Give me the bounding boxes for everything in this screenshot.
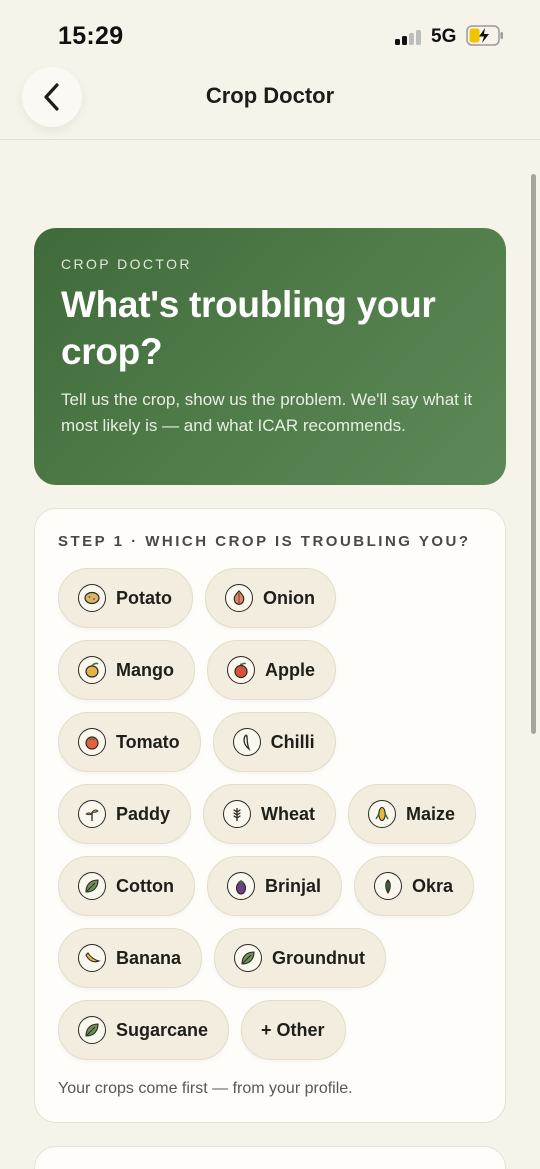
hero-title: What's troubling your crop? <box>61 284 436 372</box>
okra-icon <box>374 872 402 900</box>
paddy-icon <box>78 800 106 828</box>
chip-label: Mango <box>116 659 174 680</box>
crop-selection-card: STEP 1 · WHICH CROP IS TROUBLING YOU? Po… <box>34 508 506 1123</box>
footnote: Your crops come first — from your profil… <box>58 1080 353 1097</box>
chip-label: + Other <box>261 1019 325 1040</box>
banana-icon <box>78 944 106 972</box>
wheat-icon <box>223 800 252 828</box>
apple-icon <box>227 656 255 684</box>
crop-chip-sugarcane[interactable]: Sugarcane <box>58 1000 230 1060</box>
leaf-icon <box>78 872 106 900</box>
crop-chip-cotton[interactable]: Cotton <box>58 856 195 916</box>
chip-label: Chilli <box>270 731 315 752</box>
step-title: STEP 1 · WHICH CROP IS TROUBLING YOU? <box>58 533 471 550</box>
scrollbar[interactable] <box>531 174 536 734</box>
mango-icon <box>78 656 106 684</box>
status-bar: 15:29 5G <box>0 0 540 64</box>
chip-label: Tomato <box>116 731 180 752</box>
chip-label: Potato <box>116 587 172 608</box>
chip-label: Paddy <box>116 803 171 824</box>
tomato-icon <box>78 728 106 756</box>
chip-label: Sugarcane <box>116 1019 209 1040</box>
chip-label: Onion <box>263 587 315 608</box>
chilli-icon <box>232 728 261 756</box>
chip-label: Apple <box>265 659 316 680</box>
brinjal-icon <box>226 872 255 900</box>
chip-label: Okra <box>412 875 454 896</box>
page-title: Crop Doctor <box>205 83 335 108</box>
hero-eyebrow: CROP DOCTOR <box>61 256 192 272</box>
crop-chip-wheat[interactable]: Wheat <box>203 784 337 844</box>
onion-icon <box>225 584 253 612</box>
chip-label: Cotton <box>116 875 174 896</box>
crop-chip-list: Potato Onion Mango Apple Tomato Chilli P… <box>58 568 488 1072</box>
network-label: 5G <box>431 26 457 47</box>
chip-label: Brinjal <box>264 875 321 896</box>
chip-label: Wheat <box>261 803 316 824</box>
app-header: Crop Doctor <box>0 64 540 140</box>
next-step-card <box>34 1146 506 1169</box>
crop-chip-okra[interactable]: Okra <box>354 856 475 916</box>
signal-icon <box>395 29 423 45</box>
crop-chip-chilli[interactable]: Chilli <box>212 712 336 772</box>
leaf-icon <box>234 944 263 972</box>
crop-chip-groundnut[interactable]: Groundnut <box>214 928 387 988</box>
crop-chip-onion[interactable]: Onion <box>205 568 336 628</box>
hero-card: CROP DOCTOR What's troubling your crop? … <box>34 228 506 485</box>
maize-icon <box>368 800 397 828</box>
crop-chip-banana[interactable]: Banana <box>58 928 203 988</box>
leaf-icon <box>78 1016 106 1044</box>
crop-chip-paddy[interactable]: Paddy <box>58 784 192 844</box>
chip-label: Maize <box>406 803 456 824</box>
potato-icon <box>78 584 106 612</box>
chip-label: Groundnut <box>272 947 366 968</box>
battery-icon <box>466 25 503 46</box>
crop-chip-maize[interactable]: Maize <box>348 784 477 844</box>
crop-chip-mango[interactable]: Mango <box>58 640 195 700</box>
crop-chip-apple[interactable]: Apple <box>207 640 337 700</box>
status-time: 15:29 <box>58 22 124 50</box>
crop-chip-brinjal[interactable]: Brinjal <box>206 856 342 916</box>
chip-label: Banana <box>116 947 182 968</box>
crop-chip-other[interactable]: + Other <box>241 1000 346 1060</box>
crop-chip-tomato[interactable]: Tomato <box>58 712 201 772</box>
crop-chip-potato[interactable]: Potato <box>58 568 193 628</box>
hero-subtitle: Tell us the crop, show us the problem. W… <box>61 390 473 435</box>
